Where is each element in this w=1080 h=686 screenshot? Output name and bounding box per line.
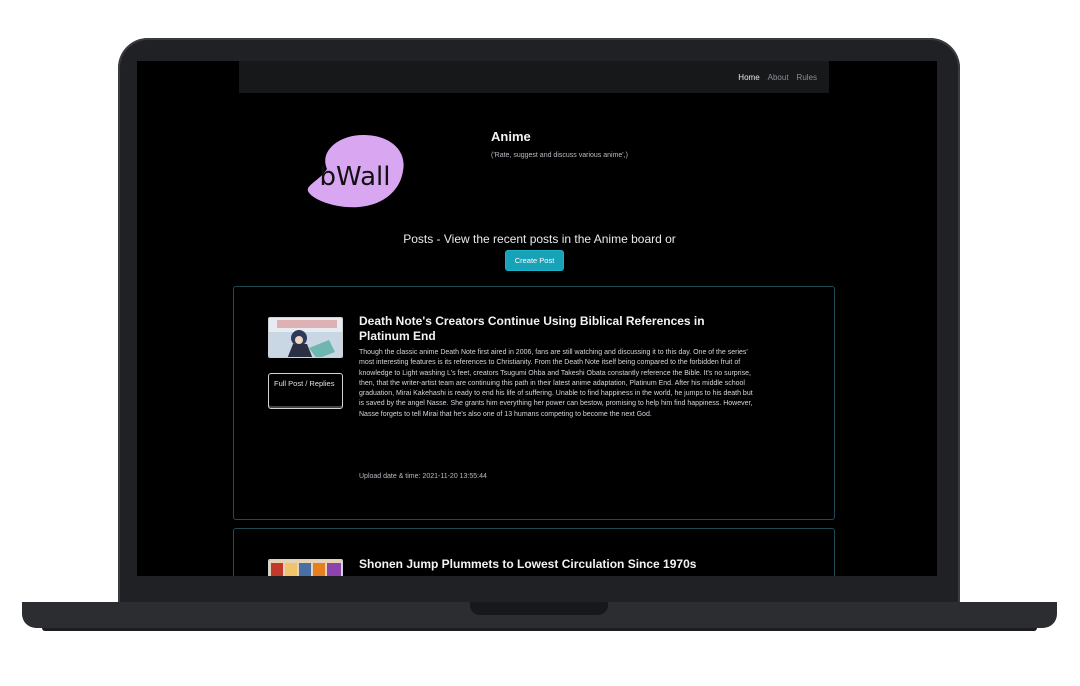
create-post-button[interactable]: Create Post xyxy=(505,250,564,271)
post-title[interactable]: Shonen Jump Plummets to Lowest Circulati… xyxy=(359,557,779,572)
post-thumbnail[interactable] xyxy=(268,317,343,358)
bwall-logo: bWall xyxy=(307,135,404,208)
logo-text: bWall xyxy=(320,162,391,192)
nav-link-about[interactable]: About xyxy=(768,73,789,82)
post-upload-date: Upload date & time: 2021-11-20 13:55:44 xyxy=(359,473,487,480)
post-thumbnail[interactable] xyxy=(268,559,343,576)
posts-heading: Posts - View the recent posts in the Ani… xyxy=(403,232,676,246)
post-title[interactable]: Death Note's Creators Continue Using Bib… xyxy=(359,314,739,344)
laptop-notch xyxy=(470,602,608,615)
nav-link-rules[interactable]: Rules xyxy=(797,73,817,82)
post-body: Though the classic anime Death Note firs… xyxy=(359,349,753,418)
screen: Home About Rules bWall Anime ('Rate, sug… xyxy=(137,61,937,576)
anime-thumbnail-image xyxy=(269,318,342,357)
manga-thumbnail-image xyxy=(269,560,342,576)
post-card: Shonen Jump Plummets to Lowest Circulati… xyxy=(233,528,835,576)
board-title: Anime xyxy=(491,129,531,144)
board-description: ('Rate, suggest and discuss various anim… xyxy=(491,152,628,159)
nav-link-home[interactable]: Home xyxy=(738,73,759,82)
post-card: Full Post / Replies Death Note's Creator… xyxy=(233,286,835,520)
full-post-button[interactable]: Full Post / Replies xyxy=(268,373,343,409)
navbar: Home About Rules xyxy=(239,61,829,93)
